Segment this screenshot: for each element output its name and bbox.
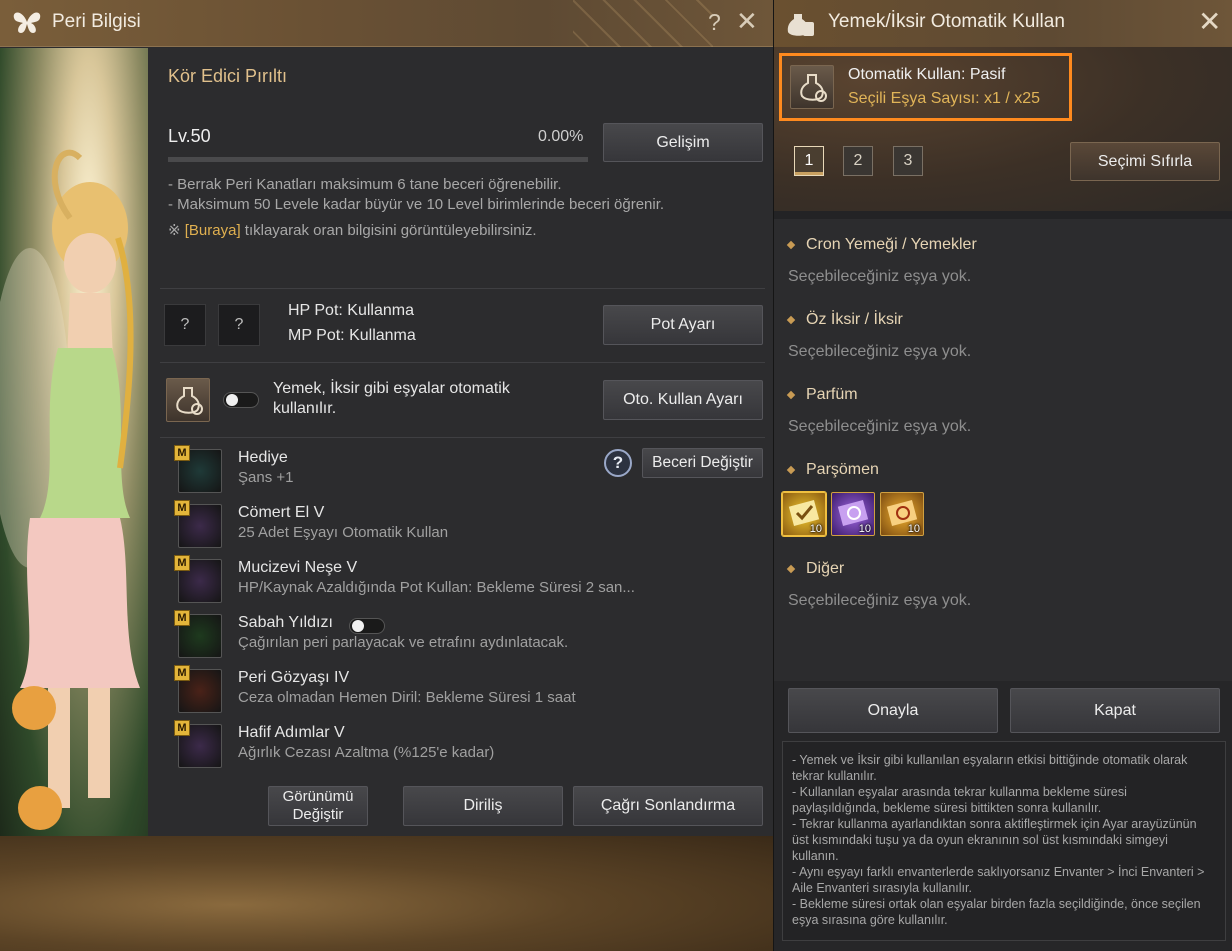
master-badge: M — [174, 610, 190, 626]
category-scroll[interactable]: Parşömen — [786, 461, 879, 479]
gelisim-button[interactable]: Gelişim — [603, 123, 763, 162]
help-icon[interactable]: ? — [708, 9, 721, 36]
master-badge: M — [174, 500, 190, 516]
potion-bag-icon — [784, 6, 818, 45]
category-perfume[interactable]: Parfüm — [786, 386, 858, 404]
skill-description: Şans +1 — [238, 469, 294, 486]
master-badge: M — [174, 665, 190, 681]
auto-use-info-text: - Yemek ve İksir gibi kullanılan eşyalar… — [792, 753, 1205, 927]
divider — [160, 362, 765, 363]
fairy-portrait — [0, 48, 148, 836]
fairy-description-1: - Berrak Peri Kanatları maksimum 6 tane … — [168, 176, 562, 193]
level-percent: 0.00% — [538, 128, 584, 145]
master-badge: M — [174, 720, 190, 736]
category-food[interactable]: Cron Yemeği / Yemekler — [786, 236, 977, 254]
auto-use-potion-icon[interactable] — [166, 378, 210, 422]
reset-selection-button[interactable]: Seçimi Sıfırla — [1070, 142, 1220, 181]
fairy-info-titlebar[interactable]: Peri Bilgisi ? ✕ — [0, 0, 773, 47]
fairy-info-content — [148, 48, 773, 836]
auto-use-description: Yemek, İksir gibi eşyalar otomatik kulla… — [273, 380, 510, 417]
sabah-yildizi-toggle[interactable] — [349, 618, 385, 634]
hp-pot-slot[interactable]: ? — [164, 304, 206, 346]
game-background — [0, 836, 773, 951]
skill-row[interactable]: M Hafif Adımlar V Ağırlık Cezası Azaltma (… — [174, 720, 716, 770]
skill-description: Ağırlık Cezası Azaltma (%125'e kadar) — [238, 744, 495, 761]
scroll-item-3[interactable]: 10 — [880, 492, 924, 536]
close-button[interactable]: Kapat — [1010, 688, 1220, 733]
close-icon[interactable]: ✕ — [1198, 8, 1221, 36]
skill-name: Cömert El V — [238, 504, 325, 521]
scroll-item-1[interactable]: 10 — [782, 492, 826, 536]
skill-description: 25 Adet Eşyayı Otomatik Kullan — [238, 524, 449, 541]
category-other-empty: Seçebileceğiniz eşya yok. — [788, 592, 972, 609]
titlebar-decoration — [573, 0, 713, 47]
category-elixir[interactable]: Öz İksir / İksir — [786, 311, 903, 329]
divider — [160, 437, 765, 438]
fairy-level: Lv.50 — [168, 126, 211, 146]
butterfly-icon — [12, 9, 42, 40]
selected-item-count: Seçili Eşya Sayısı: x1 / x25 — [848, 90, 1041, 107]
skill-description: Ceza olmadan Hemen Diril: Bekleme Süresi… — [238, 689, 576, 706]
rate-info-note: ※ [Buraya] tıklayarak oran bilgisini gör… — [168, 221, 537, 239]
preset-tab-1[interactable]: 1 — [794, 146, 824, 176]
level-progress-bar — [168, 157, 588, 162]
skill-name: Hafif Adımlar V — [238, 724, 345, 741]
fairy-info-window: Peri Bilgisi ? ✕ Kör Edici Pırıltı Lv.50… — [0, 0, 773, 836]
skill-name: Sabah Yıldızı — [238, 614, 333, 631]
category-perfume-empty: Seçebileceğiniz eşya yok. — [788, 418, 972, 435]
revive-button[interactable]: Diriliş — [403, 786, 563, 826]
auto-use-status: Otomatik Kullan: Pasif — [848, 66, 1006, 83]
end-call-button[interactable]: Çağrı Sonlandırma — [573, 786, 763, 826]
scroll-item-2[interactable]: 10 — [831, 492, 875, 536]
mp-pot-slot[interactable]: ? — [218, 304, 260, 346]
skill-description: Çağırılan peri parlayacak ve etrafını ay… — [238, 634, 569, 651]
auto-use-info-box: - Yemek ve İksir gibi kullanılan eşyalar… — [782, 741, 1226, 941]
auto-use-window: Yemek/İksir Otomatik Kullan ✕ Otomatik K… — [773, 0, 1232, 951]
auto-use-titlebar[interactable]: Yemek/İksir Otomatik Kullan ✕ — [774, 0, 1232, 47]
note-mark: ※ — [168, 222, 181, 239]
fairy-name: Kör Edici Pırıltı — [168, 66, 288, 86]
fairy-description-2: - Maksimum 50 Levele kadar büyür ve 10 L… — [168, 196, 665, 213]
skill-row[interactable]: M Peri Gözyaşı IV Ceza olmadan Hemen Diril… — [174, 665, 716, 715]
skill-name: Peri Gözyaşı IV — [238, 669, 350, 686]
note-text: tıklayarak oran bilgisini görüntüleyebil… — [240, 222, 537, 239]
skill-name: Hediye — [238, 449, 288, 466]
preset-tab-2[interactable]: 2 — [843, 146, 873, 176]
close-icon[interactable]: ✕ — [736, 8, 758, 34]
master-badge: M — [174, 445, 190, 461]
confirm-button[interactable]: Onayla — [788, 688, 998, 733]
skill-description: HP/Kaynak Azaldığında Pot Kullan: Beklem… — [238, 579, 635, 596]
master-badge: M — [174, 555, 190, 571]
skill-row[interactable]: M Mucizevi Neşe V HP/Kaynak Azaldığında Po… — [174, 555, 716, 605]
window-title: Peri Bilgisi — [52, 11, 141, 32]
auto-use-potion-icon — [790, 65, 834, 109]
window-title: Yemek/İksir Otomatik Kullan — [828, 11, 1065, 32]
divider — [160, 288, 765, 289]
category-food-empty: Seçebileceğiniz eşya yok. — [788, 268, 972, 285]
category-other[interactable]: Diğer — [786, 560, 844, 578]
pot-settings-button[interactable]: Pot Ayarı — [603, 305, 763, 345]
skill-name: Mucizevi Neşe V — [238, 559, 358, 576]
auto-use-settings-button[interactable]: Oto. Kullan Ayarı — [603, 380, 763, 420]
auto-use-toggle[interactable] — [223, 392, 259, 408]
skill-row[interactable]: M Cömert El V 25 Adet Eşyayı Otomatik Kull… — [174, 500, 716, 550]
change-appearance-button[interactable]: Görünümü Değiştir — [268, 786, 368, 826]
preset-tab-3[interactable]: 3 — [893, 146, 923, 176]
skill-row[interactable]: M Sabah Yıldızı Çağırılan peri parlayacak … — [174, 610, 716, 660]
category-elixir-empty: Seçebileceğiniz eşya yok. — [788, 343, 972, 360]
mp-pot-status: MP Pot: Kullanma — [288, 327, 416, 344]
hp-pot-status: HP Pot: Kullanma — [288, 302, 414, 319]
rate-info-link[interactable]: [Buraya] — [185, 222, 241, 239]
skill-row[interactable]: M Hediye Şans +1 — [174, 445, 716, 495]
